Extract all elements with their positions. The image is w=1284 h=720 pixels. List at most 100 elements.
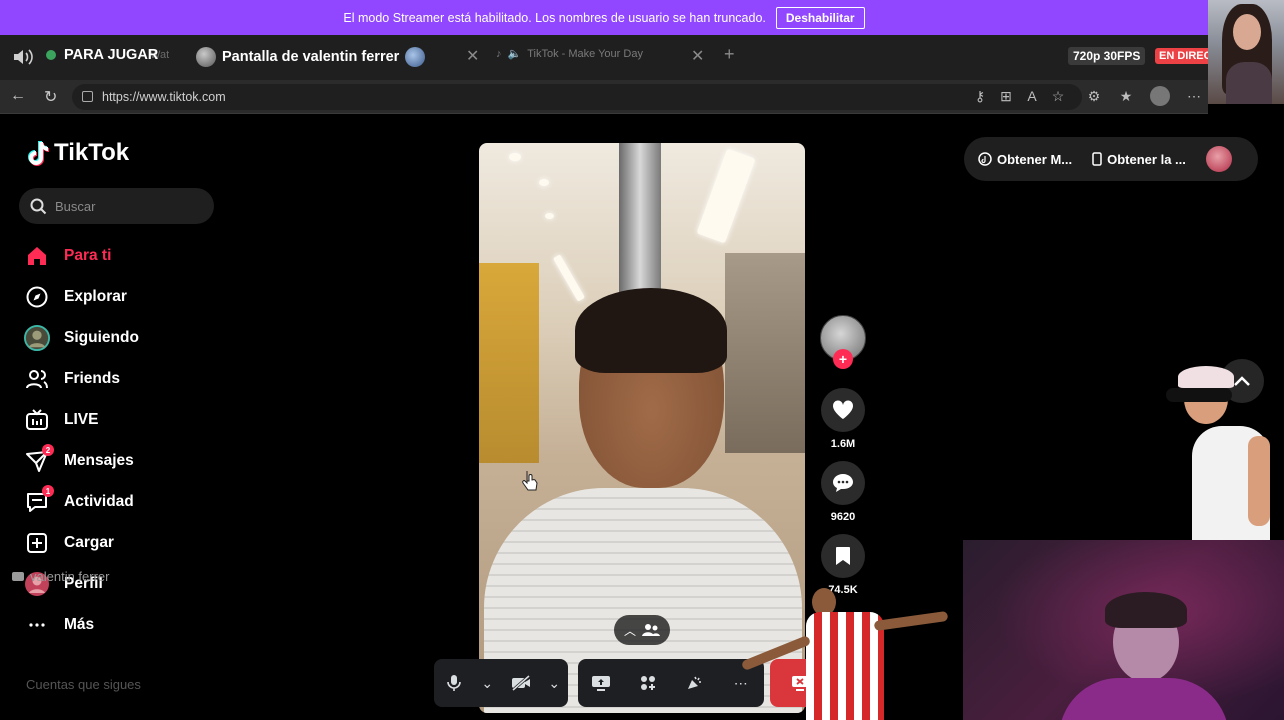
apps-icon[interactable]: ⊞	[998, 88, 1014, 104]
sidebar-label: Actividad	[64, 493, 134, 510]
soundboard-icon[interactable]	[682, 671, 706, 695]
creator-avatar-button[interactable]: +	[820, 315, 866, 369]
sticker-overlay-player	[736, 586, 952, 720]
more-icon	[24, 612, 50, 638]
glass-pillar	[619, 143, 661, 303]
favorite-star-icon[interactable]: ☆	[1050, 88, 1066, 104]
sidebar-item-live[interactable]: LIVE	[24, 405, 98, 435]
user-avatar-icon	[196, 47, 216, 67]
activities-icon[interactable]	[636, 671, 660, 695]
microphone-icon[interactable]	[442, 671, 466, 695]
call-user-name: valentin ferrer	[30, 569, 110, 584]
store-right	[725, 253, 805, 453]
get-app-button[interactable]: Obtener M...	[978, 152, 1072, 167]
sidebar-label: LIVE	[64, 411, 99, 428]
sidebar-label: Mensajes	[64, 452, 134, 469]
participants-icon	[642, 624, 660, 636]
sidebar-item-explorar[interactable]: Explorar	[24, 282, 127, 312]
sidebar-item-friends[interactable]: Friends	[24, 364, 120, 394]
tab-audio-icon: 🔈	[507, 48, 522, 60]
favorites-icon[interactable]: ★	[1118, 88, 1134, 104]
chevron-down-icon[interactable]: ⌄	[481, 671, 493, 695]
ceiling-light	[545, 213, 554, 219]
live-tv-icon	[24, 407, 50, 433]
sidebar-item-cargar[interactable]: Cargar	[24, 528, 114, 558]
messages-badge: 2	[42, 444, 54, 456]
friends-icon	[24, 366, 50, 392]
sidebar-label: Para ti	[64, 247, 112, 264]
disable-streamer-mode-button[interactable]: Deshabilitar	[775, 6, 865, 29]
following-accounts-title: Cuentas que sigues	[26, 677, 141, 692]
url-text: https://www.tiktok.com	[102, 90, 226, 104]
profile-icon[interactable]	[1150, 86, 1170, 106]
upload-icon	[24, 530, 50, 556]
browser-toolbar: ← ↻ https://www.tiktok.com ⚷ ⊞ A ☆ ⚙ ★ ⋯	[0, 80, 1208, 114]
bookmark-icon	[821, 534, 865, 578]
top-right-actions: Obtener M... Obtener la ...	[964, 137, 1258, 181]
close-browser-tab-icon[interactable]: ✕	[691, 46, 704, 66]
voice-channel-title: PARA JUGAR	[44, 47, 158, 63]
more-menu-icon[interactable]: ⋯	[1186, 88, 1202, 104]
like-count: 1.6M	[830, 438, 856, 450]
sidebar-item-para-ti[interactable]: Para ti	[24, 241, 111, 271]
reload-icon[interactable]: ↻	[44, 87, 57, 107]
address-bar[interactable]: https://www.tiktok.com	[72, 84, 1082, 110]
user-avatar-icon[interactable]	[1205, 146, 1232, 172]
ceiling-light	[539, 179, 549, 186]
streamer-webcam-bottom	[963, 540, 1284, 720]
discord-user-label: valentin ferrer	[12, 569, 109, 584]
player-jersey	[806, 612, 884, 720]
comment-count: 9620	[830, 511, 856, 523]
like-button[interactable]: 1.6M	[820, 388, 866, 450]
sidebar-item-actividad[interactable]: 1 Actividad	[24, 485, 134, 517]
camera-off-icon[interactable]	[509, 671, 533, 695]
sticker-overlay-right	[1164, 366, 1274, 540]
activity-badge: 1	[42, 485, 54, 497]
get-mobile-app-label: Obtener la ...	[1107, 151, 1186, 167]
sidebar-label: Siguiendo	[64, 329, 139, 346]
compass-icon	[24, 284, 50, 310]
comment-button[interactable]: 9620	[820, 461, 866, 523]
key-icon[interactable]: ⚷	[972, 88, 988, 104]
chevron-down-icon[interactable]: ⌄	[548, 671, 560, 695]
tab-strip: Wat PARA JUGAR Pantalla de valentin ferr…	[0, 35, 1231, 80]
store-left	[479, 263, 539, 463]
extensions-icon[interactable]: ⚙	[1086, 88, 1102, 104]
back-icon[interactable]: ←	[10, 87, 26, 105]
messages-icon: 2	[24, 444, 54, 474]
sidebar-item-mensajes[interactable]: 2 Mensajes	[24, 444, 134, 476]
home-icon	[24, 243, 50, 269]
screen-icon	[12, 572, 24, 581]
get-mobile-app-button[interactable]: Obtener la ...	[1092, 152, 1186, 167]
sticker-cap	[1178, 366, 1234, 388]
screen-share-title: Pantalla de valentin ferrer	[196, 47, 426, 67]
screen-share-icon[interactable]	[589, 671, 613, 695]
ceiling-light-panel	[696, 148, 756, 244]
ceiling-light	[509, 153, 521, 161]
ceiling-light-panel	[553, 254, 585, 302]
heart-icon	[821, 388, 865, 432]
voice-channel-name: PARA JUGAR	[64, 47, 159, 63]
translate-icon[interactable]: A	[1024, 88, 1040, 104]
player-arm-right	[873, 610, 949, 632]
follow-plus-icon[interactable]: +	[833, 349, 853, 369]
browser-tab[interactable]: ♪ 🔈 TikTok - Make Your Day	[496, 47, 643, 61]
get-app-label: Obtener M...	[997, 151, 1073, 167]
tiktok-logo[interactable]: TikTok	[26, 139, 129, 167]
sidebar-item-siguiendo[interactable]: Siguiendo	[24, 323, 139, 353]
search-input[interactable]: Buscar	[19, 188, 214, 224]
webcam-person-hair	[1105, 592, 1187, 628]
video-control-pill[interactable]: ︿	[614, 615, 670, 645]
screen: El modo Streamer está habilitado. Los no…	[0, 0, 1284, 720]
following-avatar-icon	[24, 325, 50, 351]
sticker-sunglasses	[1166, 388, 1232, 402]
close-tab-icon[interactable]: ✕	[466, 46, 479, 66]
search-placeholder: Buscar	[55, 198, 96, 214]
player-arm-left	[740, 634, 812, 672]
activity-icon: 1	[24, 485, 54, 515]
sidebar-item-mas[interactable]: Más	[24, 610, 94, 640]
speaker-icon[interactable]	[12, 47, 34, 67]
webcam-person-body	[1226, 62, 1272, 104]
new-tab-icon[interactable]: +	[724, 44, 735, 65]
phone-icon	[1092, 152, 1102, 166]
